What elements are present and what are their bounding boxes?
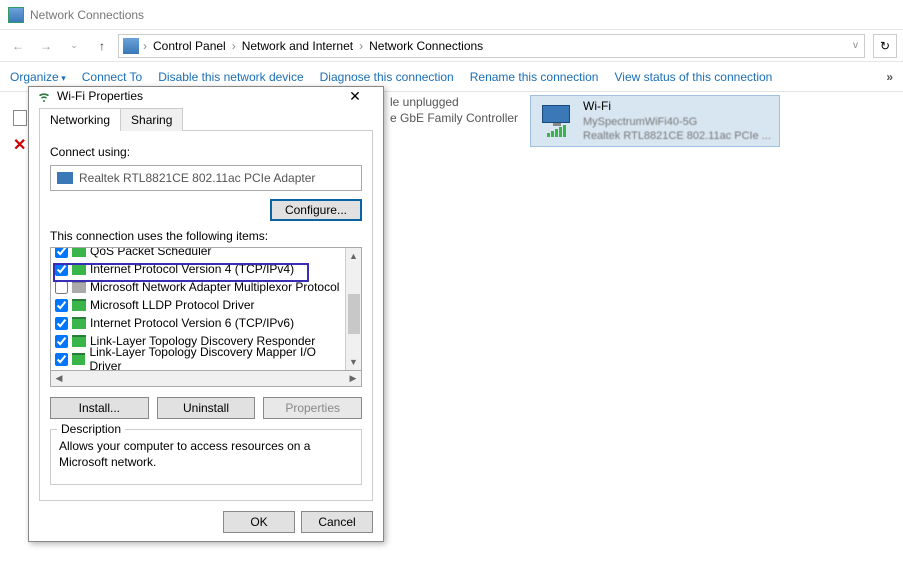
properties-button[interactable]: Properties [263,397,362,419]
connect-using-label: Connect using: [50,145,362,159]
scroll-left-arrow[interactable]: ◀ [51,373,67,384]
network-item-checkbox[interactable] [55,353,68,366]
wifi-adapter-icon [535,100,577,142]
network-item[interactable]: Link-Layer Topology Discovery Mapper I/O… [51,350,345,368]
adapter-partial-line2: le unplugged [390,95,518,111]
network-protocol-icon [72,317,86,329]
network-item[interactable]: Microsoft LLDP Protocol Driver [51,296,345,314]
network-items-listbox[interactable]: QoS Packet Scheduler Internet Protocol Ve… [50,247,362,371]
cmd-disable[interactable]: Disable this network device [158,70,303,84]
nav-forward-button[interactable]: → [34,34,58,58]
scroll-up-arrow[interactable]: ▲ [349,248,358,264]
cmd-view-status[interactable]: View status of this connection [614,70,772,84]
adapter-name-text: Realtek RTL8821CE 802.11ac PCIe Adapter [79,171,315,185]
install-button[interactable]: Install... [50,397,149,419]
breadcrumb-sep: › [357,39,365,53]
refresh-button[interactable]: ↻ [873,34,897,58]
background-artifact-x: ✕ [13,135,26,155]
network-item-label: QoS Packet Scheduler [90,248,211,258]
breadcrumb[interactable]: › Control Panel › Network and Internet ›… [118,34,865,58]
network-item-checkbox[interactable] [55,281,68,294]
dialog-titlebar: Wi-Fi Properties ✕ [29,87,383,105]
cmd-connect-to[interactable]: Connect To [82,70,143,84]
breadcrumb-network-connections[interactable]: Network Connections [367,39,485,53]
adapter-ssid: MySpectrumWiFi40-5G [583,115,775,129]
network-protocol-icon [72,281,86,293]
network-item[interactable]: Internet Protocol Version 6 (TCP/IPv6) [51,314,345,332]
ok-button[interactable]: OK [223,511,295,533]
horizontal-scrollbar[interactable]: ◀ ▶ [50,371,362,387]
nav-recent-dropdown[interactable]: ⌄ [62,34,86,58]
network-protocol-icon [72,263,86,275]
cmd-diagnose[interactable]: Diagnose this connection [320,70,454,84]
wifi-icon [37,89,51,103]
network-item[interactable]: Internet Protocol Version 4 (TCP/IPv4) [51,260,345,278]
adapter-item-ethernet-partial: le unplugged e GbE Family Controller [390,95,518,126]
adapter-partial-line3: e GbE Family Controller [390,111,518,127]
wifi-properties-dialog: Wi-Fi Properties ✕ Networking Sharing Co… [28,86,384,542]
tab-sharing[interactable]: Sharing [120,108,183,131]
network-item-checkbox[interactable] [55,299,68,312]
description-group: Description Allows your computer to acce… [50,429,362,485]
window-title: Network Connections [30,8,144,22]
network-item[interactable]: QoS Packet Scheduler [51,248,345,260]
network-protocol-icon [72,353,85,365]
adapter-device: Realtek RTL8821CE 802.11ac PCIe ... [583,129,775,143]
network-protocol-icon [72,299,86,311]
tab-panel-networking: Connect using: Realtek RTL8821CE 802.11a… [39,131,373,501]
description-legend: Description [57,422,125,436]
network-item-label: Microsoft Network Adapter Multiplexor Pr… [90,280,339,294]
tab-networking[interactable]: Networking [39,108,121,131]
network-item[interactable]: Microsoft Network Adapter Multiplexor Pr… [51,278,345,296]
window-titlebar: Network Connections [0,0,903,30]
breadcrumb-sep: › [141,39,149,53]
vertical-scrollbar[interactable]: ▲ ▼ [345,248,361,370]
configure-button[interactable]: Configure... [270,199,362,221]
description-text: Allows your computer to access resources… [59,438,353,470]
adapter-box: Realtek RTL8821CE 802.11ac PCIe Adapter [50,165,362,191]
network-item-label: Internet Protocol Version 4 (TCP/IPv4) [90,262,294,276]
items-label: This connection uses the following items… [50,229,362,243]
scroll-thumb[interactable] [348,294,360,334]
address-bar: ← → ⌄ ↑ › Control Panel › Network and In… [0,30,903,62]
network-item-label: Microsoft LLDP Protocol Driver [90,298,255,312]
adapter-item-wifi[interactable]: Wi-Fi MySpectrumWiFi40-5G Realtek RTL882… [530,95,780,147]
breadcrumb-network-internet[interactable]: Network and Internet [240,39,355,53]
network-item-checkbox[interactable] [55,335,68,348]
scroll-right-arrow[interactable]: ▶ [345,373,361,384]
breadcrumb-sep: › [230,39,238,53]
dialog-title: Wi-Fi Properties [57,89,143,103]
network-protocol-icon [72,248,86,257]
close-button[interactable]: ✕ [335,88,375,105]
nav-back-button[interactable]: ← [6,34,30,58]
breadcrumb-control-panel[interactable]: Control Panel [151,39,228,53]
network-item-label: Internet Protocol Version 6 (TCP/IPv6) [90,316,294,330]
network-item-checkbox[interactable] [55,317,68,330]
background-artifact [13,110,27,126]
network-item-checkbox[interactable] [55,248,68,258]
adapter-name: Wi-Fi [583,99,775,115]
adapter-icon [57,172,73,184]
breadcrumb-dropdown[interactable]: v [851,40,860,51]
tab-strip: Networking Sharing [39,107,373,131]
network-item-checkbox[interactable] [55,263,68,276]
network-connections-icon [8,7,24,23]
network-protocol-icon [72,335,86,347]
cmd-rename[interactable]: Rename this connection [470,70,599,84]
network-item-label: Link-Layer Topology Discovery Mapper I/O… [89,345,341,370]
breadcrumb-icon [123,38,139,54]
uninstall-button[interactable]: Uninstall [157,397,256,419]
cancel-button[interactable]: Cancel [301,511,373,533]
scroll-down-arrow[interactable]: ▼ [349,354,358,370]
cmd-overflow[interactable]: » [886,70,893,84]
cmd-organize[interactable]: Organize [10,70,66,84]
nav-up-button[interactable]: ↑ [90,34,114,58]
dialog-footer: OK Cancel [29,503,383,541]
